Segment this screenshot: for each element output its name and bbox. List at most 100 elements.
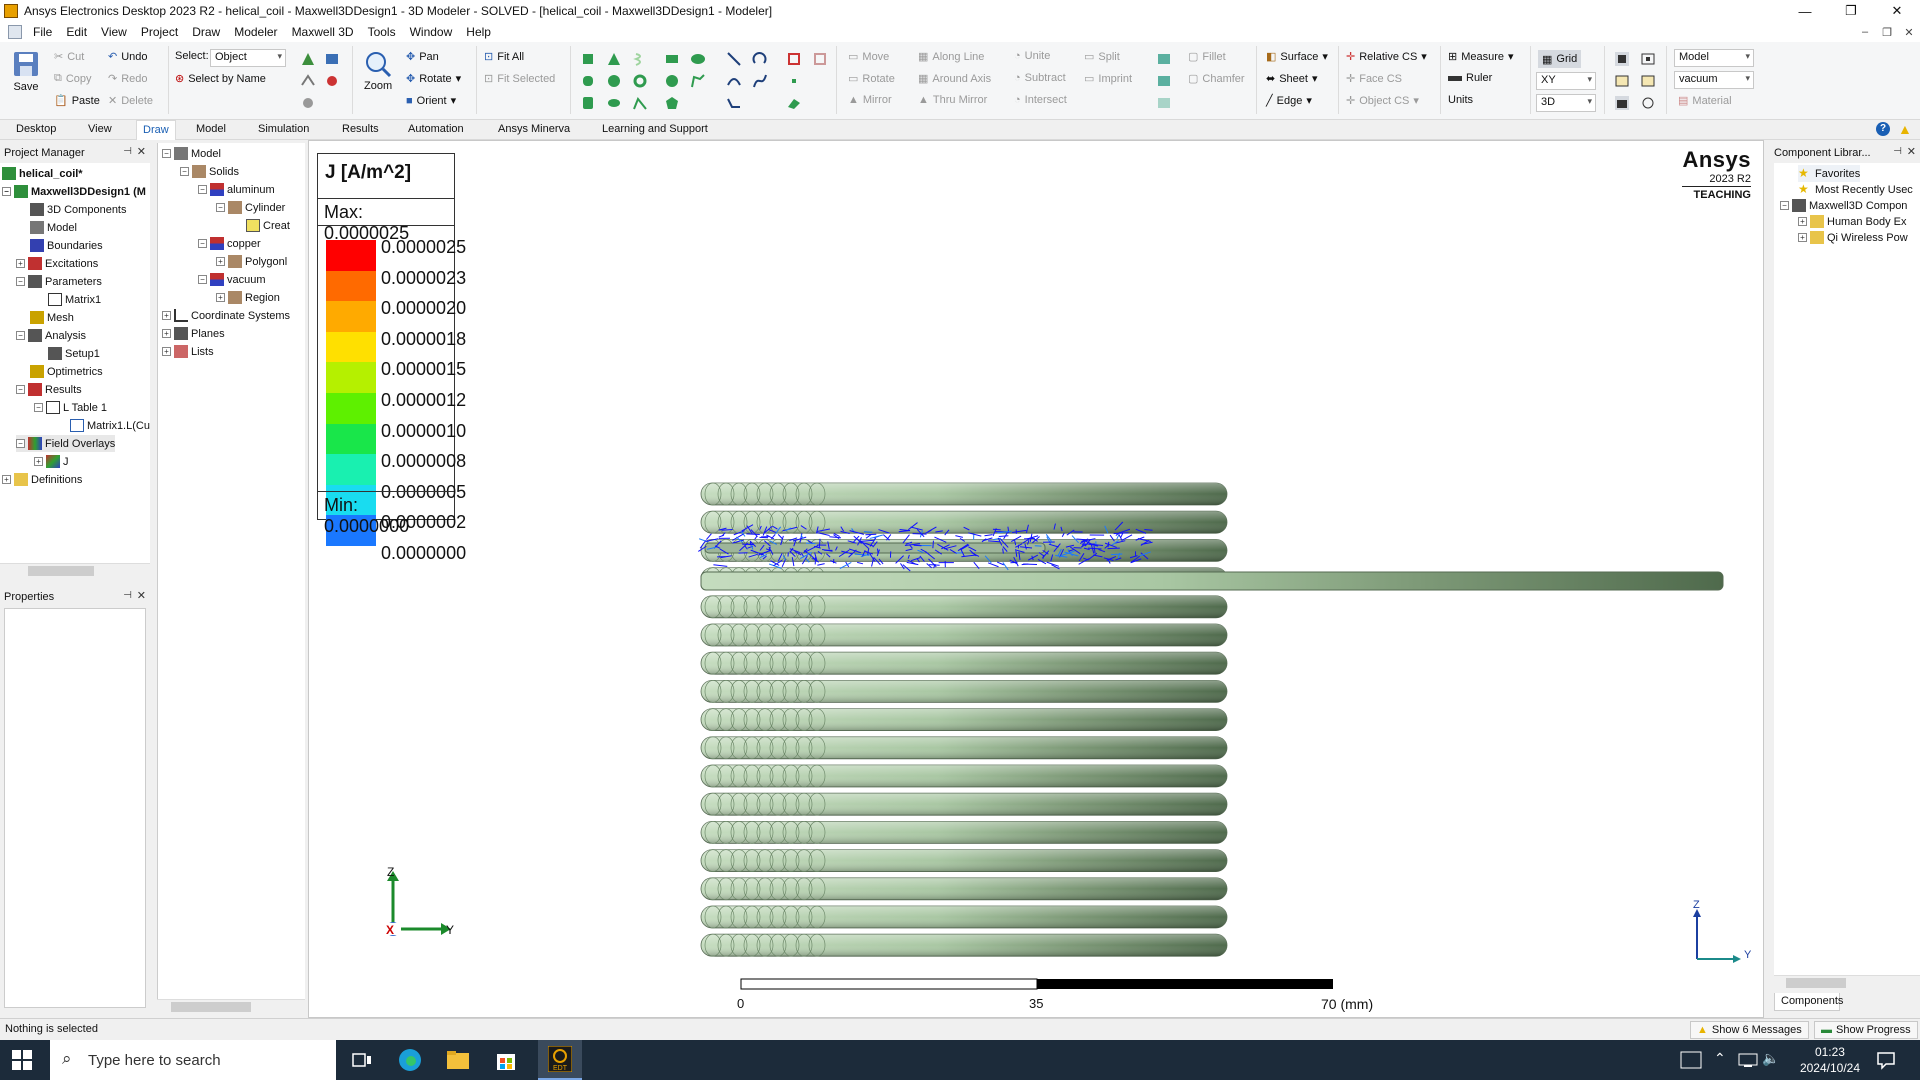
tab-view[interactable]: View [88,123,112,135]
plane-icon[interactable] [786,95,802,111]
surface-button[interactable]: ◧ Surface ▾ [1266,50,1328,64]
region-icon[interactable] [786,51,802,67]
windows-start-icon[interactable] [12,1050,32,1070]
pin-icon[interactable]: ⊣ [123,590,132,601]
polyline-icon[interactable] [726,95,742,111]
pin-icon[interactable]: ⊣ [1893,146,1902,157]
tree-item-solids[interactable]: − Solids [180,163,239,180]
redo-button[interactable]: ↷ Redo [108,72,148,86]
save-button[interactable]: Save [12,50,40,93]
intersect-button[interactable]: ◔ Intersect [1014,94,1067,106]
sheet-button[interactable]: ⬌ Sheet ▾ [1266,72,1318,86]
tree-item-polygon[interactable]: + Polygonl [216,253,287,270]
tab-model[interactable]: Model [196,123,226,135]
fit-selected-button[interactable]: ⊡ Fit Selected [484,72,555,86]
equation-curve-icon[interactable] [752,73,768,89]
tree-item-design[interactable]: − Maxwell3DDesign1 (M [2,183,146,200]
tab-results[interactable]: Results [342,123,379,135]
taskbar-edt-app[interactable]: EDT [538,1040,582,1080]
ellipse-icon[interactable] [690,51,706,67]
box-icon[interactable] [580,51,596,67]
cone-icon[interactable] [606,51,622,67]
language-icon[interactable] [1680,1050,1702,1070]
mirror-button[interactable]: ▲ Mirror [848,94,892,106]
tab-learning-and-support[interactable]: Learning and Support [602,123,708,135]
cylinder-icon[interactable] [580,73,596,89]
menu-help[interactable]: Help [459,25,498,39]
helix-icon[interactable] [632,51,648,67]
snap-edge-icon[interactable] [1614,73,1630,89]
notifications-icon[interactable] [1876,1050,1896,1070]
tab-draw[interactable]: Draw [136,120,176,140]
tree-item-excitations[interactable]: + Excitations [16,255,98,272]
tray-chevron-icon[interactable]: ⌃ [1714,1050,1726,1067]
polyhedron-icon[interactable] [580,95,596,111]
tree-item-coordinate-systems[interactable]: + Coordinate Systems [162,307,290,324]
pan-button[interactable]: ✥ Pan [406,50,439,64]
menu-project[interactable]: Project [134,25,185,39]
tree-item-j[interactable]: + J [34,453,69,470]
select-mode-dropdown[interactable]: Object [210,49,286,67]
tree-item-vacuum[interactable]: − vacuum [198,271,266,288]
face-cs-button[interactable]: ✛ Face CS [1346,72,1402,86]
taskbar-clock[interactable]: 01:23 2024/10/24 [1800,1044,1860,1076]
wrap-icon[interactable] [1156,95,1172,111]
select-edges-icon[interactable] [300,73,316,89]
rectangle-icon[interactable] [664,51,680,67]
cut-button[interactable]: ✂ Cut [54,50,84,64]
store-icon[interactable] [494,1048,518,1072]
snap-quadrant-icon[interactable] [1640,95,1656,111]
move-button[interactable]: ▭ Move [848,50,889,64]
regular-polygon-icon[interactable] [664,95,680,111]
tree-item-copper[interactable]: − copper [198,235,261,252]
paste-button[interactable]: 📋 Paste [54,94,100,108]
volume-icon[interactable]: 🔈 [1762,1050,1779,1067]
mdi-close-button[interactable]: ✕ [1898,22,1920,42]
tree-item-lists[interactable]: + Lists [162,343,214,360]
tab-simulation[interactable]: Simulation [258,123,309,135]
units-button[interactable]: Units [1448,94,1473,106]
undo-button[interactable]: ↶ Undo [108,50,148,64]
select-faces-icon[interactable] [324,51,340,67]
select-multi-icon[interactable] [300,95,316,111]
thicken-icon[interactable] [1156,73,1172,89]
unite-button[interactable]: ◔ Unite [1014,50,1050,62]
tree-item-region[interactable]: + Region [216,289,280,306]
mdi-minimize-button[interactable]: – [1854,22,1876,42]
task-view-icon[interactable] [350,1048,374,1072]
material-dropdown[interactable]: vacuum [1674,71,1754,89]
tree-item-3d-components[interactable]: 3D Components [30,201,127,218]
tree-item-cylinder[interactable]: − Cylinder [216,199,285,216]
chamfer-button[interactable]: ▢ Chamfer [1188,72,1245,86]
sweep-icon[interactable] [1156,51,1172,67]
edge-button[interactable]: ╱ Edge ▾ [1266,94,1312,108]
sphere-icon[interactable] [606,73,622,89]
ellipse-solid-icon[interactable] [606,95,622,111]
fillet-button[interactable]: ▢ Fillet [1188,50,1226,64]
torus-icon[interactable] [632,73,648,89]
tree-item-matrix-l[interactable]: Matrix1.L(Cu [70,417,150,434]
tree-item-project[interactable]: helical_coil* [2,165,83,182]
delete-button[interactable]: ✕ Delete [108,94,153,108]
line-icon[interactable] [726,51,742,67]
model-dropdown[interactable]: Model [1674,49,1754,67]
menu-modeler[interactable]: Modeler [227,25,284,39]
menu-tools[interactable]: Tools [361,25,403,39]
close-icon[interactable]: ✕ [1907,145,1916,158]
coil-model[interactable] [309,141,1764,1018]
tab-automation[interactable]: Automation [408,123,464,135]
circle-icon[interactable] [664,73,680,89]
minimize-button[interactable]: — [1782,0,1828,22]
close-window-button[interactable]: ✕ [1874,0,1920,22]
maximize-button[interactable]: ❐ [1828,0,1874,22]
network-icon[interactable] [1738,1052,1758,1068]
material-button[interactable]: ▤ Material [1678,94,1732,108]
library-item-recent[interactable]: ★ Most Recently Usec [1798,181,1913,198]
tree-item-optimetrics[interactable]: Optimetrics [30,363,103,380]
tab-components[interactable]: Components [1774,993,1843,1011]
along-line-button[interactable]: ▦ Along Line [918,50,984,64]
3d-viewport[interactable]: J [A/m^2] Max: 0.0000025 0.0000025 0.0000… [308,140,1764,1018]
library-item-maxwell3d[interactable]: − Maxwell3D Compon [1780,197,1907,214]
spline-icon[interactable] [726,73,742,89]
tree-item-boundaries[interactable]: Boundaries [30,237,103,254]
